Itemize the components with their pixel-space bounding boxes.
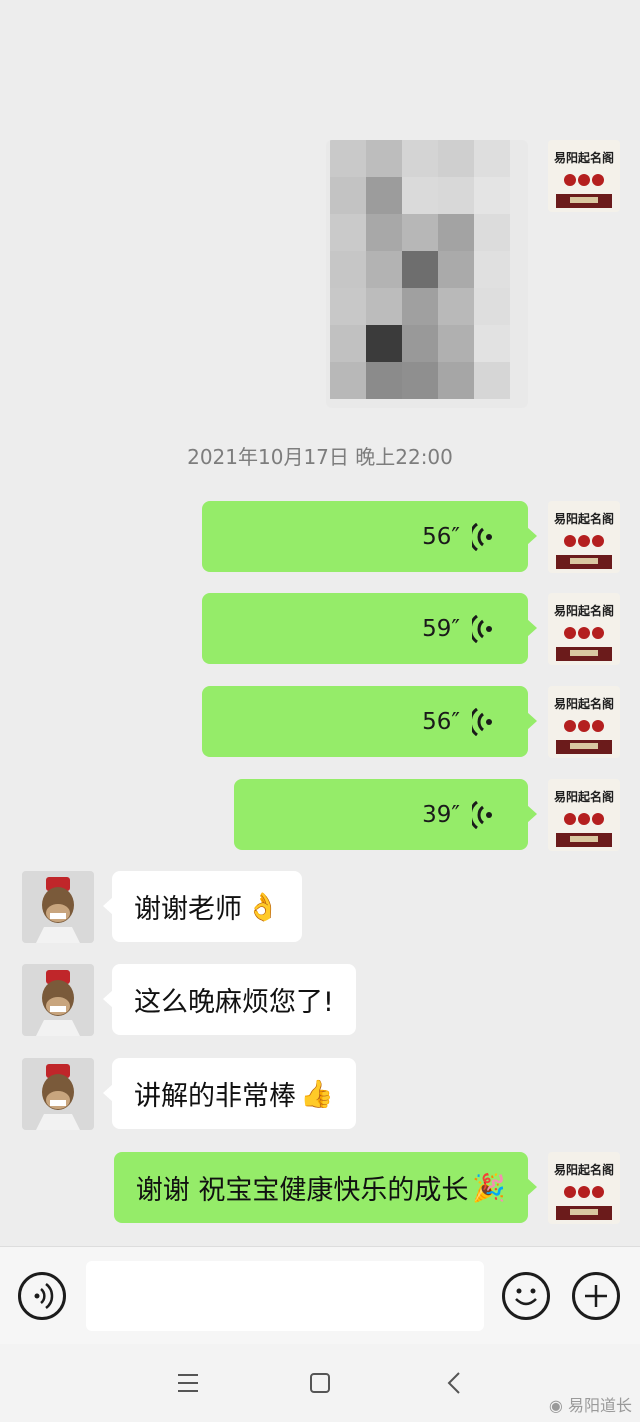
svg-text:易阳起名阁: 易阳起名阁 [554,511,614,526]
back-icon[interactable] [444,1370,464,1396]
voice-icon [34,1283,54,1309]
watermark: ◉ 易阳道长 [549,1392,632,1416]
brand-logo-icon: 易阳起名阁 [548,501,620,573]
voice-input-button[interactable] [18,1272,66,1320]
voice-message[interactable]: 56″ [202,501,537,572]
pixelated-image [330,140,510,399]
brand-logo-icon: 易阳起名阁 [548,686,620,758]
ape-avatar-icon [22,964,94,1036]
voice-message[interactable]: 56″ [202,686,537,757]
voice-duration: 56″ [422,523,460,550]
voice-wave-icon [472,522,492,551]
brand-logo-icon: 易阳起名阁 [548,593,620,665]
svg-text:易阳起名阁: 易阳起名阁 [554,150,614,165]
my-avatar[interactable]: 易阳起名阁 [548,593,620,665]
voice-wave-icon [472,614,492,643]
menu-icon[interactable] [176,1372,200,1394]
message-input[interactable] [86,1261,484,1331]
input-bar [0,1246,640,1344]
voice-duration: 39″ [422,801,460,828]
voice-wave-icon [472,707,492,736]
brand-logo-icon: 易阳起名阁 [548,779,620,851]
image-message[interactable] [326,140,528,408]
my-avatar[interactable]: 易阳起名阁 [548,779,620,851]
svg-text:易阳起名阁: 易阳起名阁 [554,696,614,711]
brand-logo-icon: 易阳起名阁 [548,140,620,212]
more-button[interactable] [572,1272,620,1320]
voice-message[interactable]: 39″ [234,779,537,850]
emoji-button[interactable] [502,1272,550,1320]
incoming-message[interactable]: 这么晚麻烦您了! [103,964,356,1035]
svg-text:易阳起名阁: 易阳起名阁 [554,603,614,618]
watermark-text: 易阳道长 [567,1396,632,1415]
plus-icon [585,1285,607,1307]
contact-avatar[interactable] [22,964,94,1036]
system-nav-bar [0,1344,640,1422]
message-text: 谢谢 祝宝宝健康快乐的成长 [135,1175,469,1206]
incoming-message[interactable]: 谢谢老师 👌 [103,871,302,942]
smiley-icon [515,1288,537,1306]
svg-text:易阳起名阁: 易阳起名阁 [554,1162,614,1177]
my-avatar[interactable]: 易阳起名阁 [548,1152,620,1224]
voice-message[interactable]: 59″ [202,593,537,664]
message-text: 这么晚麻烦您了! [134,987,334,1018]
ape-avatar-icon [22,871,94,943]
contact-avatar[interactable] [22,1058,94,1130]
message-text: 讲解的非常棒 [134,1081,296,1112]
message-timestamp: 2021年10月17日 晚上22:00 [187,445,453,469]
message-text: 谢谢老师 [134,894,242,925]
my-avatar[interactable]: 易阳起名阁 [548,140,620,212]
party-popper-emoji: 🎉 [472,1172,506,1204]
my-avatar[interactable]: 易阳起名阁 [548,686,620,758]
chat-area[interactable]: 易阳起名阁 2021年10月17日 晚上22:00 56″ 易阳起名阁 59″ [0,0,640,1246]
brand-logo-icon: 易阳起名阁 [548,1152,620,1224]
voice-wave-icon [472,800,492,829]
my-avatar[interactable]: 易阳起名阁 [548,501,620,573]
ape-avatar-icon [22,1058,94,1130]
voice-duration: 56″ [422,708,460,735]
svg-text:易阳起名阁: 易阳起名阁 [554,789,614,804]
contact-avatar[interactable] [22,871,94,943]
voice-duration: 59″ [422,615,460,642]
home-icon[interactable] [308,1372,332,1394]
outgoing-message[interactable]: 谢谢 祝宝宝健康快乐的成长 🎉 [113,1152,538,1223]
incoming-message[interactable]: 讲解的非常棒 👍 [103,1058,356,1129]
ok-hand-emoji: 👌 [246,891,280,923]
weibo-icon: ◉ [548,1396,563,1415]
thumbs-up-emoji: 👍 [300,1078,334,1110]
